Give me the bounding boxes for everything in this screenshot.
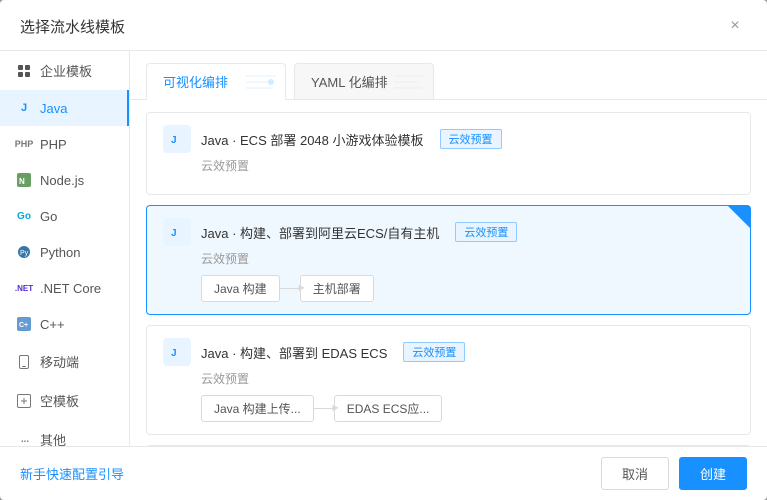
java-icon-1: J xyxy=(163,125,191,153)
svg-text:N: N xyxy=(19,177,25,186)
sidebar-item-java[interactable]: J Java xyxy=(0,90,129,126)
sidebar-item-others[interactable]: ··· 其他 xyxy=(0,420,129,446)
sidebar-item-cpp[interactable]: C+ C++ xyxy=(0,306,129,342)
sidebar-label-others: 其他 xyxy=(40,430,66,446)
step-btn-java-build[interactable]: Java 构建 xyxy=(201,275,280,302)
template-card-2[interactable]: J Java · 构建、部署到阿里云ECS/自有主机 云效预置 云效预置 Jav… xyxy=(146,205,751,315)
sidebar-label-enterprise: 企业模板 xyxy=(40,61,92,80)
sidebar-item-go[interactable]: Go Go xyxy=(0,198,129,234)
sidebar-label-java: Java xyxy=(40,101,67,116)
go-icon: Go xyxy=(16,208,32,224)
footer-buttons: 取消 创建 xyxy=(601,457,747,490)
card-header-2: J Java · 构建、部署到阿里云ECS/自有主机 云效预置 xyxy=(163,218,734,246)
dotnet-icon: .NET xyxy=(16,280,32,296)
main-content: 可视化编排 YAML 化编排 xyxy=(130,51,767,446)
svg-text:J: J xyxy=(171,228,177,239)
step-btn-host-deploy[interactable]: 主机部署 xyxy=(300,275,374,302)
modal-footer: 新手快速配置引导 取消 创建 xyxy=(0,446,767,500)
modal-title: 选择流水线模板 xyxy=(20,16,125,37)
sidebar-label-php: PHP xyxy=(40,137,67,152)
tab-yaml[interactable]: YAML 化编排 xyxy=(294,63,434,99)
step-arrow-1 xyxy=(280,288,300,289)
svg-text:C+: C+ xyxy=(19,322,28,329)
mobile-icon xyxy=(16,354,32,370)
java-icon: J xyxy=(16,100,32,116)
cancel-button[interactable]: 取消 xyxy=(601,457,669,490)
svg-text:J: J xyxy=(171,348,177,359)
guide-link[interactable]: 新手快速配置引导 xyxy=(20,464,124,483)
badge-3: 云效预置 xyxy=(403,342,465,362)
cpp-icon: C+ xyxy=(16,316,32,332)
sidebar-label-dotnet: .NET Core xyxy=(40,281,101,296)
card-subtitle-1: 云效预置 xyxy=(201,157,734,174)
sidebar: 企业模板 J Java PHP PHP N Node.js Go xyxy=(0,51,130,446)
card-title-2: Java · 构建、部署到阿里云ECS/自有主机 xyxy=(201,223,439,242)
sidebar-label-empty: 空模板 xyxy=(40,391,79,410)
card-subtitle-2: 云效预置 xyxy=(201,250,734,267)
step-btn-java-upload[interactable]: Java 构建上传... xyxy=(201,395,314,422)
modal-container: 选择流水线模板 × 企业模板 J Java xyxy=(0,0,767,500)
tab-visual-decor xyxy=(241,68,281,98)
sidebar-item-enterprise[interactable]: 企业模板 xyxy=(0,51,129,90)
sidebar-item-nodejs[interactable]: N Node.js xyxy=(0,162,129,198)
template-card-3[interactable]: J Java · 构建、部署到 EDAS ECS 云效预置 云效预置 Java … xyxy=(146,325,751,435)
sidebar-item-mobile[interactable]: 移动端 xyxy=(0,342,129,381)
modal-header: 选择流水线模板 × xyxy=(0,0,767,51)
others-icon: ··· xyxy=(16,432,32,447)
sidebar-label-mobile: 移动端 xyxy=(40,352,79,371)
java-icon-2: J xyxy=(163,218,191,246)
tab-visual-label: 可视化编排 xyxy=(163,72,228,91)
java-icon-3: J xyxy=(163,338,191,366)
badge-1: 云效预置 xyxy=(440,129,502,149)
card-header-3: J Java · 构建、部署到 EDAS ECS 云效预置 xyxy=(163,338,734,366)
tab-yaml-label: YAML 化编排 xyxy=(311,72,388,91)
card-header-1: J Java · ECS 部署 2048 小游戏体验模板 云效预置 xyxy=(163,125,734,153)
svg-text:Py: Py xyxy=(20,250,29,257)
php-icon: PHP xyxy=(16,136,32,152)
sidebar-label-nodejs: Node.js xyxy=(40,173,84,188)
template-card-1[interactable]: J Java · ECS 部署 2048 小游戏体验模板 云效预置 云效预置 xyxy=(146,112,751,195)
step-arrow-2 xyxy=(314,408,334,409)
sidebar-item-empty[interactable]: 空模板 xyxy=(0,381,129,420)
sidebar-label-cpp: C++ xyxy=(40,317,65,332)
step-btn-edas-ecs[interactable]: EDAS ECS应... xyxy=(334,395,443,422)
template-card-4[interactable]: J Java · 镜像构建，发布到EDAS Kubernetes 云效预置 云效… xyxy=(146,445,751,446)
sidebar-label-python: Python xyxy=(40,245,80,260)
sidebar-label-go: Go xyxy=(40,209,57,224)
pipeline-steps-2: Java 构建 主机部署 xyxy=(201,275,734,302)
tab-visual[interactable]: 可视化编排 xyxy=(146,63,286,100)
sidebar-item-dotnet[interactable]: .NET .NET Core xyxy=(0,270,129,306)
pipeline-steps-3: Java 构建上传... EDAS ECS应... xyxy=(201,395,734,422)
svg-text:J: J xyxy=(171,135,177,146)
tabs-bar: 可视化编排 YAML 化编排 xyxy=(130,51,767,100)
tab-yaml-decor xyxy=(389,68,429,98)
python-icon: Py xyxy=(16,244,32,260)
card-subtitle-3: 云效预置 xyxy=(201,370,734,387)
templates-list: J Java · ECS 部署 2048 小游戏体验模板 云效预置 云效预置 J… xyxy=(130,100,767,446)
card-title-1: Java · ECS 部署 2048 小游戏体验模板 xyxy=(201,130,424,149)
nodejs-icon: N xyxy=(16,172,32,188)
sidebar-item-php[interactable]: PHP PHP xyxy=(0,126,129,162)
sidebar-item-python[interactable]: Py Python xyxy=(0,234,129,270)
close-button[interactable]: × xyxy=(723,14,747,38)
badge-2: 云效预置 xyxy=(455,222,517,242)
modal-body: 企业模板 J Java PHP PHP N Node.js Go xyxy=(0,51,767,446)
empty-icon xyxy=(16,393,32,409)
card-title-3: Java · 构建、部署到 EDAS ECS xyxy=(201,343,387,362)
create-button[interactable]: 创建 xyxy=(679,457,747,490)
grid-icon xyxy=(16,63,32,79)
